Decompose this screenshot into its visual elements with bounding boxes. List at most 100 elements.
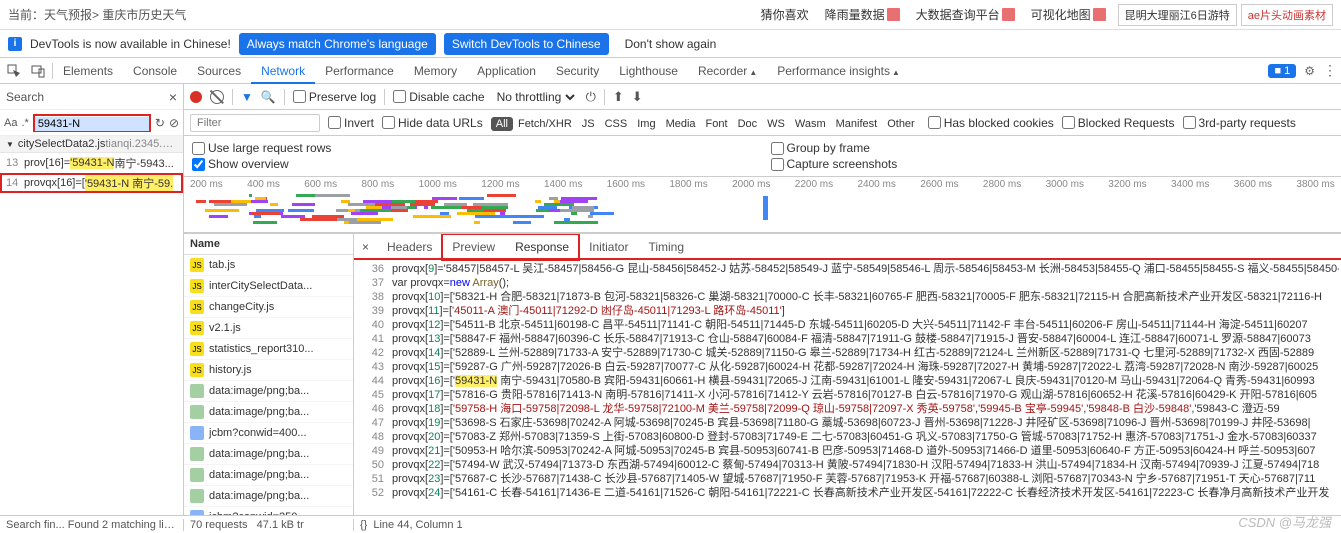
show-overview-checkbox[interactable]: Show overview: [192, 157, 755, 171]
search-result-line[interactable]: 14 provqx[16]=['59431-N 南宁-59.: [0, 173, 183, 193]
request-item[interactable]: data:image/png;ba...: [184, 465, 353, 486]
filter-type-fetch/xhr[interactable]: Fetch/XHR: [513, 117, 577, 131]
options-row: Use large request rows Show overview Gro…: [184, 136, 1341, 177]
requests-status: 70 requests 47.1 kB tr: [184, 519, 354, 531]
search-result-line[interactable]: 13 prov[16]= '59431-N 南宁-5943...: [0, 153, 183, 173]
tab-elements[interactable]: Elements: [53, 58, 123, 84]
third-party-checkbox[interactable]: 3rd-party requests: [1183, 116, 1296, 130]
tab-application[interactable]: Application: [467, 58, 546, 84]
close-icon[interactable]: ×: [169, 89, 177, 105]
request-item[interactable]: data:image/png;ba...: [184, 444, 353, 465]
settings-icon[interactable]: ⚙: [1304, 64, 1315, 78]
filter-type-img[interactable]: Img: [632, 117, 660, 131]
regex-toggle[interactable]: .*: [21, 117, 28, 129]
filter-type-css[interactable]: CSS: [600, 117, 633, 131]
response-body[interactable]: 36provqx[9]='58457|58457-L 吴江-58457|5845…: [354, 260, 1341, 515]
clear-icon[interactable]: ⊘: [169, 116, 179, 130]
code-line: 39provqx[11]=['45011-A 澳门-45011|71292-D …: [354, 304, 1339, 318]
tab-console[interactable]: Console: [123, 58, 187, 84]
request-item[interactable]: JSv2.1.js: [184, 318, 353, 339]
top-link[interactable]: 猜你喜欢: [761, 6, 809, 23]
request-item[interactable]: JShistory.js: [184, 360, 353, 381]
filter-type-other[interactable]: Other: [882, 117, 920, 131]
record-button[interactable]: [190, 91, 202, 103]
detail-tab-response[interactable]: Response: [505, 234, 579, 260]
search-icon[interactable]: 🔍: [261, 90, 276, 104]
detail-tab-timing[interactable]: Timing: [638, 234, 694, 260]
js-file-icon: JS: [190, 300, 204, 314]
browser-tab[interactable]: 昆明大理丽江6日游特: [1118, 4, 1237, 26]
more-icon[interactable]: ⋮: [1323, 62, 1337, 79]
preserve-log-checkbox[interactable]: Preserve log: [293, 90, 376, 104]
code-line: 38provqx[10]=['58321-H 合肥-58321|71873-B …: [354, 290, 1339, 304]
filter-type-js[interactable]: JS: [577, 117, 600, 131]
invert-checkbox[interactable]: Invert: [328, 116, 374, 130]
detail-tab-headers[interactable]: Headers: [377, 234, 442, 260]
request-item[interactable]: data:image/png;ba...: [184, 402, 353, 423]
tab-memory[interactable]: Memory: [404, 58, 467, 84]
hide-data-urls-checkbox[interactable]: Hide data URLs: [382, 116, 483, 130]
code-line: 49provqx[21]=['50953-H 哈尔滨-50953|70242-A…: [354, 444, 1339, 458]
filter-type-media[interactable]: Media: [661, 117, 701, 131]
always-match-button[interactable]: Always match Chrome's language: [239, 33, 436, 55]
close-detail-icon[interactable]: ×: [354, 240, 377, 254]
filter-type-doc[interactable]: Doc: [733, 117, 763, 131]
timeline-overview[interactable]: 200 ms400 ms600 ms800 ms1000 ms1200 ms14…: [184, 177, 1341, 233]
import-icon[interactable]: ⬆: [613, 89, 624, 105]
code-line: 41provqx[13]=['58847-F 福州-58847|60396-C …: [354, 332, 1339, 346]
code-line: 43provqx[15]=['59287-G 广州-59287|72026-B …: [354, 360, 1339, 374]
detail-tab-preview[interactable]: Preview: [442, 234, 505, 260]
request-item[interactable]: jcbm?conwid=250...: [184, 507, 353, 515]
disable-cache-checkbox[interactable]: Disable cache: [393, 90, 484, 104]
filter-type-ws[interactable]: WS: [762, 117, 790, 131]
issues-badge[interactable]: ■ 1: [1268, 64, 1296, 78]
request-item[interactable]: JStab.js: [184, 255, 353, 276]
blocked-cookies-checkbox[interactable]: Has blocked cookies: [928, 116, 1054, 130]
filter-icon[interactable]: ▼: [241, 90, 253, 104]
switch-language-button[interactable]: Switch DevTools to Chinese: [444, 33, 609, 55]
filter-type-manifest[interactable]: Manifest: [831, 117, 883, 131]
export-icon[interactable]: ⬇: [632, 89, 643, 105]
name-header: Name: [184, 234, 353, 255]
request-item[interactable]: JSinterCitySelectData...: [184, 276, 353, 297]
top-link[interactable]: 大数据查询平台: [916, 6, 1015, 23]
search-title: Search: [6, 90, 169, 104]
case-toggle[interactable]: Aa: [4, 117, 17, 129]
js-file-icon: JS: [190, 258, 204, 272]
filter-input[interactable]: [190, 114, 320, 132]
detail-tab-initiator[interactable]: Initiator: [579, 234, 638, 260]
request-item[interactable]: data:image/png;ba...: [184, 486, 353, 507]
network-conditions-icon[interactable]: ⏻: [586, 89, 596, 105]
device-icon[interactable]: [28, 61, 48, 81]
tab-recorder[interactable]: Recorder▲: [688, 58, 767, 84]
tab-network[interactable]: Network: [251, 58, 315, 84]
code-line: 36provqx[9]='58457|58457-L 吴江-58457|5845…: [354, 262, 1339, 276]
browser-tab[interactable]: ae片头动画素材: [1241, 4, 1333, 26]
refresh-icon[interactable]: ↻: [155, 116, 165, 130]
tab-sources[interactable]: Sources: [187, 58, 251, 84]
search-input[interactable]: [35, 117, 149, 131]
top-link[interactable]: 降雨量数据: [825, 6, 900, 23]
filter-type-all[interactable]: All: [491, 117, 513, 131]
large-rows-checkbox[interactable]: Use large request rows: [192, 141, 755, 155]
request-item[interactable]: JSstatistics_report310...: [184, 339, 353, 360]
tab-performance[interactable]: Performance: [315, 58, 404, 84]
clear-button[interactable]: [210, 90, 224, 104]
request-item[interactable]: JSchangeCity.js: [184, 297, 353, 318]
tab-security[interactable]: Security: [546, 58, 609, 84]
search-result-file[interactable]: ▼ citySelectData2.js tianqi.2345.co...: [0, 136, 183, 153]
blocked-requests-checkbox[interactable]: Blocked Requests: [1062, 116, 1175, 130]
request-item[interactable]: data:image/png;ba...: [184, 381, 353, 402]
request-item[interactable]: jcbm?conwid=400...: [184, 423, 353, 444]
inspect-icon[interactable]: [4, 61, 24, 81]
tab-perf-insights[interactable]: Performance insights▲: [767, 58, 910, 84]
top-link[interactable]: 可视化地图: [1031, 6, 1106, 23]
capture-screenshots-checkbox[interactable]: Capture screenshots: [771, 157, 1334, 171]
group-frame-checkbox[interactable]: Group by frame: [771, 141, 1334, 155]
network-panel: ▼ 🔍 Preserve log Disable cache No thrott…: [184, 84, 1341, 515]
filter-type-wasm[interactable]: Wasm: [790, 117, 831, 131]
dont-show-button[interactable]: Don't show again: [617, 33, 725, 55]
tab-lighthouse[interactable]: Lighthouse: [609, 58, 688, 84]
throttling-select[interactable]: No throttling: [493, 89, 578, 105]
filter-type-font[interactable]: Font: [701, 117, 733, 131]
